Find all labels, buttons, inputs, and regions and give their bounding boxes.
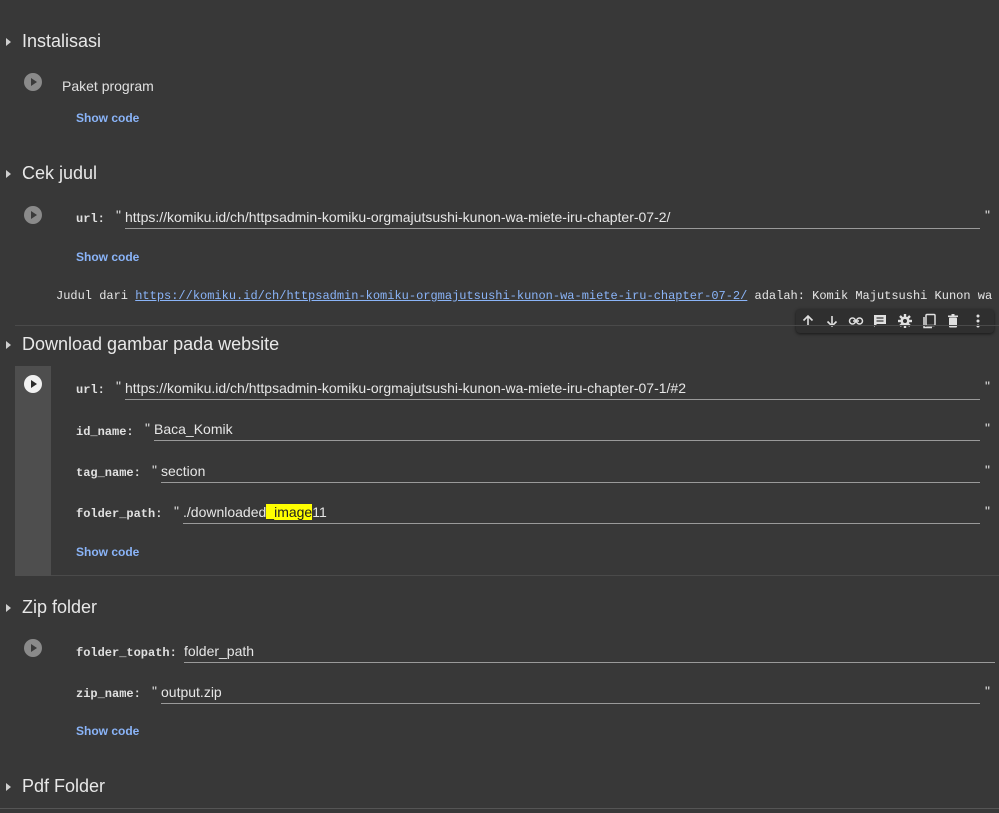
folder-topath-input[interactable]: folder_path — [184, 640, 995, 663]
run-cell-icon[interactable] — [24, 375, 42, 393]
section-title-zip: Zip folder — [22, 597, 98, 617]
run-cell-icon[interactable] — [24, 639, 42, 657]
url-input[interactable]: https://komiku.id/ch/httpsadmin-komiku-o… — [125, 206, 980, 229]
show-code-link[interactable]: Show code — [76, 724, 139, 738]
quote-mark: " — [145, 420, 150, 436]
quote-mark: " — [174, 503, 179, 519]
zip-name-input[interactable]: output.zip — [161, 681, 980, 704]
collapse-caret-icon[interactable] — [6, 341, 11, 349]
show-code-link[interactable]: Show code — [76, 545, 139, 559]
folder-topath-label: folder_topath: — [76, 646, 177, 660]
folder-path-text: ./downloaded — [183, 504, 267, 520]
section-title-pdf: Pdf Folder — [22, 776, 106, 796]
id-name-input[interactable]: Baca_Komik — [154, 418, 980, 441]
tag-name-input[interactable]: section — [161, 460, 980, 483]
trash-icon[interactable] — [945, 313, 961, 329]
more-vert-icon[interactable] — [970, 313, 986, 329]
gear-icon[interactable] — [897, 313, 913, 329]
section-divider — [0, 808, 999, 809]
output-link[interactable]: https://komiku.id/ch/httpsadmin-komiku-o… — [135, 289, 747, 303]
active-cell-gutter — [15, 366, 51, 576]
arrow-down-icon[interactable] — [824, 313, 840, 329]
comment-icon[interactable] — [872, 313, 888, 329]
url-label: url: — [76, 383, 105, 397]
output-prefix: Judul dari — [56, 289, 136, 303]
quote-mark: " — [985, 462, 990, 478]
cell-bottom-border — [51, 575, 999, 576]
collapse-caret-icon[interactable] — [6, 783, 11, 791]
output-suffix: adalah: Komik Majutsushi Kunon wa Miete — [754, 289, 999, 303]
id-name-label: id_name: — [76, 425, 134, 439]
quote-mark: " — [985, 378, 990, 394]
quote-mark: " — [116, 207, 121, 223]
tag-name-label: tag_name: — [76, 466, 141, 480]
quote-mark: " — [116, 378, 121, 394]
folder-path-text: 11 — [312, 504, 327, 520]
cell-output: Judul dari https://komiku.id/ch/httpsadm… — [56, 289, 999, 303]
search-highlight: _image — [266, 504, 313, 520]
quote-mark: " — [985, 683, 990, 699]
cell-label: Paket program — [62, 78, 154, 94]
run-cell-icon[interactable] — [24, 73, 42, 91]
zip-name-label: zip_name: — [76, 687, 141, 701]
mirror-cell-icon[interactable] — [921, 313, 937, 329]
folder-path-label: folder_path: — [76, 507, 163, 521]
quote-mark: " — [152, 462, 157, 478]
section-title-download: Download gambar pada website — [22, 334, 280, 354]
collapse-caret-icon[interactable] — [6, 38, 11, 46]
url-label: url: — [76, 212, 105, 226]
show-code-link[interactable]: Show code — [76, 250, 139, 264]
section-title-instalisasi: Instalisasi — [22, 31, 102, 51]
collapse-caret-icon[interactable] — [6, 604, 11, 612]
section-title-cek-judul: Cek judul — [22, 163, 98, 183]
section-divider — [15, 325, 999, 326]
quote-mark: " — [985, 207, 990, 223]
quote-mark: " — [152, 683, 157, 699]
link-icon[interactable] — [848, 313, 864, 329]
quote-mark: " — [985, 503, 990, 519]
run-cell-icon[interactable] — [24, 206, 42, 224]
quote-mark: " — [985, 420, 990, 436]
collapse-caret-icon[interactable] — [6, 170, 11, 178]
folder-path-input[interactable]: ./downloaded_image11 — [183, 501, 980, 524]
cell-toolbar — [796, 309, 994, 333]
show-code-link[interactable]: Show code — [76, 111, 139, 125]
url-input[interactable]: https://komiku.id/ch/httpsadmin-komiku-o… — [125, 377, 980, 400]
arrow-up-icon[interactable] — [800, 313, 816, 329]
